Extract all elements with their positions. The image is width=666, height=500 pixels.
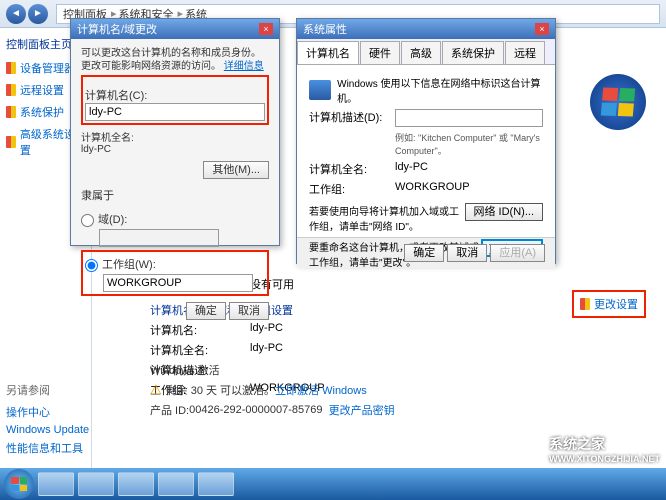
close-icon[interactable]: × [259, 23, 273, 35]
domain-radio[interactable]: 域(D): [81, 211, 269, 227]
computer-icon [309, 80, 331, 100]
action-center-link[interactable]: 操作中心 [6, 404, 89, 420]
taskbar-item[interactable] [78, 472, 114, 496]
domain-input [99, 229, 219, 247]
fullname-label: 计算机全名: [81, 133, 134, 144]
computer-name-label: 计算机名(C): [85, 87, 265, 103]
see-also-aside: 另请参阅 操作中心 Windows Update 性能信息和工具 [6, 382, 89, 460]
details-link[interactable]: 详细信息 [224, 61, 264, 72]
system-properties-dialog: 系统属性 × 计算机名 硬件 高级 系统保护 远程 Windows 使用以下信息… [296, 18, 556, 264]
dialog1-titlebar[interactable]: 计算机名/域更改 × [71, 19, 279, 39]
shield-icon [6, 62, 16, 74]
member-of-label: 隶属于 [81, 187, 269, 203]
fullname-label2: 计算机全名: [309, 161, 395, 177]
taskbar-item[interactable] [38, 472, 74, 496]
desc-label: 计算机描述(D): [309, 109, 395, 127]
computer-name-input[interactable] [85, 103, 265, 121]
nav-forward-button[interactable]: ► [28, 4, 48, 24]
dialog2-title: 系统属性 [303, 21, 347, 37]
change-product-key-link[interactable]: 更改产品密钥 [329, 402, 395, 418]
taskbar-item[interactable] [118, 472, 154, 496]
activate-now-link[interactable]: 立即激活 Windows [275, 382, 367, 398]
tab-system-protection[interactable]: 系统保护 [442, 41, 504, 64]
desc-hint: 例如: "Kitchen Computer" 或 "Mary's Compute… [395, 131, 543, 157]
more-button[interactable]: 其他(M)... [203, 161, 269, 179]
intro-text: Windows 使用以下信息在网络中标识这台计算机。 [337, 75, 543, 105]
dialog1-description: 可以更改这台计算机的名称和成员身份。更改可能影响网络资源的访问。 详细信息 [81, 47, 269, 73]
wizard-text: 若要使用向导将计算机加入域或工作组，请单击"网络 ID"。 [309, 203, 465, 233]
watermark: 系统之家 WWW.XITONGZHIJIA.NET [549, 434, 660, 464]
ok-button2[interactable]: 确定 [404, 244, 444, 262]
performance-info-link[interactable]: 性能信息和工具 [6, 440, 89, 456]
network-id-button[interactable]: 网络 ID(N)... [465, 203, 544, 221]
windows-logo [590, 74, 646, 130]
fullname-value2: ldy-PC [395, 161, 428, 177]
tab-advanced[interactable]: 高级 [401, 41, 441, 64]
tab-hardware[interactable]: 硬件 [360, 41, 400, 64]
taskbar[interactable] [0, 468, 666, 500]
cancel-button2[interactable]: 取消 [447, 244, 487, 262]
taskbar-item[interactable] [198, 472, 234, 496]
start-button[interactable] [4, 469, 34, 499]
tab-computer-name[interactable]: 计算机名 [297, 41, 359, 64]
activation-title: Windows 激活 [150, 362, 395, 378]
workgroup-radio[interactable]: 工作组(W): [85, 256, 265, 272]
computer-description-input[interactable] [395, 109, 543, 127]
fullname-value: ldy-PC [81, 144, 111, 155]
activation-section: Windows 激活 ⚠剩余 30 天 可以激活。 立即激活 Windows 产… [150, 362, 395, 418]
workgroup-value2: WORKGROUP [395, 181, 470, 197]
cancel-button[interactable]: 取消 [229, 302, 269, 320]
windows-update-link[interactable]: Windows Update [6, 424, 89, 436]
dialog1-title: 计算机名/域更改 [77, 21, 157, 37]
close-icon[interactable]: × [535, 23, 549, 35]
change-settings-link[interactable]: 更改设置 [572, 290, 646, 318]
workgroup-label2: 工作组: [309, 181, 395, 197]
apply-button[interactable]: 应用(A) [490, 244, 545, 262]
nav-back-button[interactable]: ◄ [6, 4, 26, 24]
ok-button[interactable]: 确定 [186, 302, 226, 320]
shield-icon [6, 106, 16, 118]
shield-icon [6, 136, 16, 148]
control-panel-window: ◄ ► 控制面板▸ 系统和安全▸ 系统 控制面板主页 设备管理器 远程设置 系统… [0, 0, 666, 500]
shield-icon [580, 298, 590, 310]
shield-icon [6, 84, 16, 96]
workgroup-input[interactable] [103, 274, 253, 292]
dialog2-titlebar[interactable]: 系统属性 × [297, 19, 555, 39]
computer-name-change-dialog: 计算机名/域更改 × 可以更改这台计算机的名称和成员身份。更改可能影响网络资源的… [70, 18, 280, 246]
warning-icon: ⚠ [150, 382, 162, 398]
tabs: 计算机名 硬件 高级 系统保护 远程 [297, 39, 555, 65]
taskbar-item[interactable] [158, 472, 194, 496]
tab-remote[interactable]: 远程 [505, 41, 545, 64]
